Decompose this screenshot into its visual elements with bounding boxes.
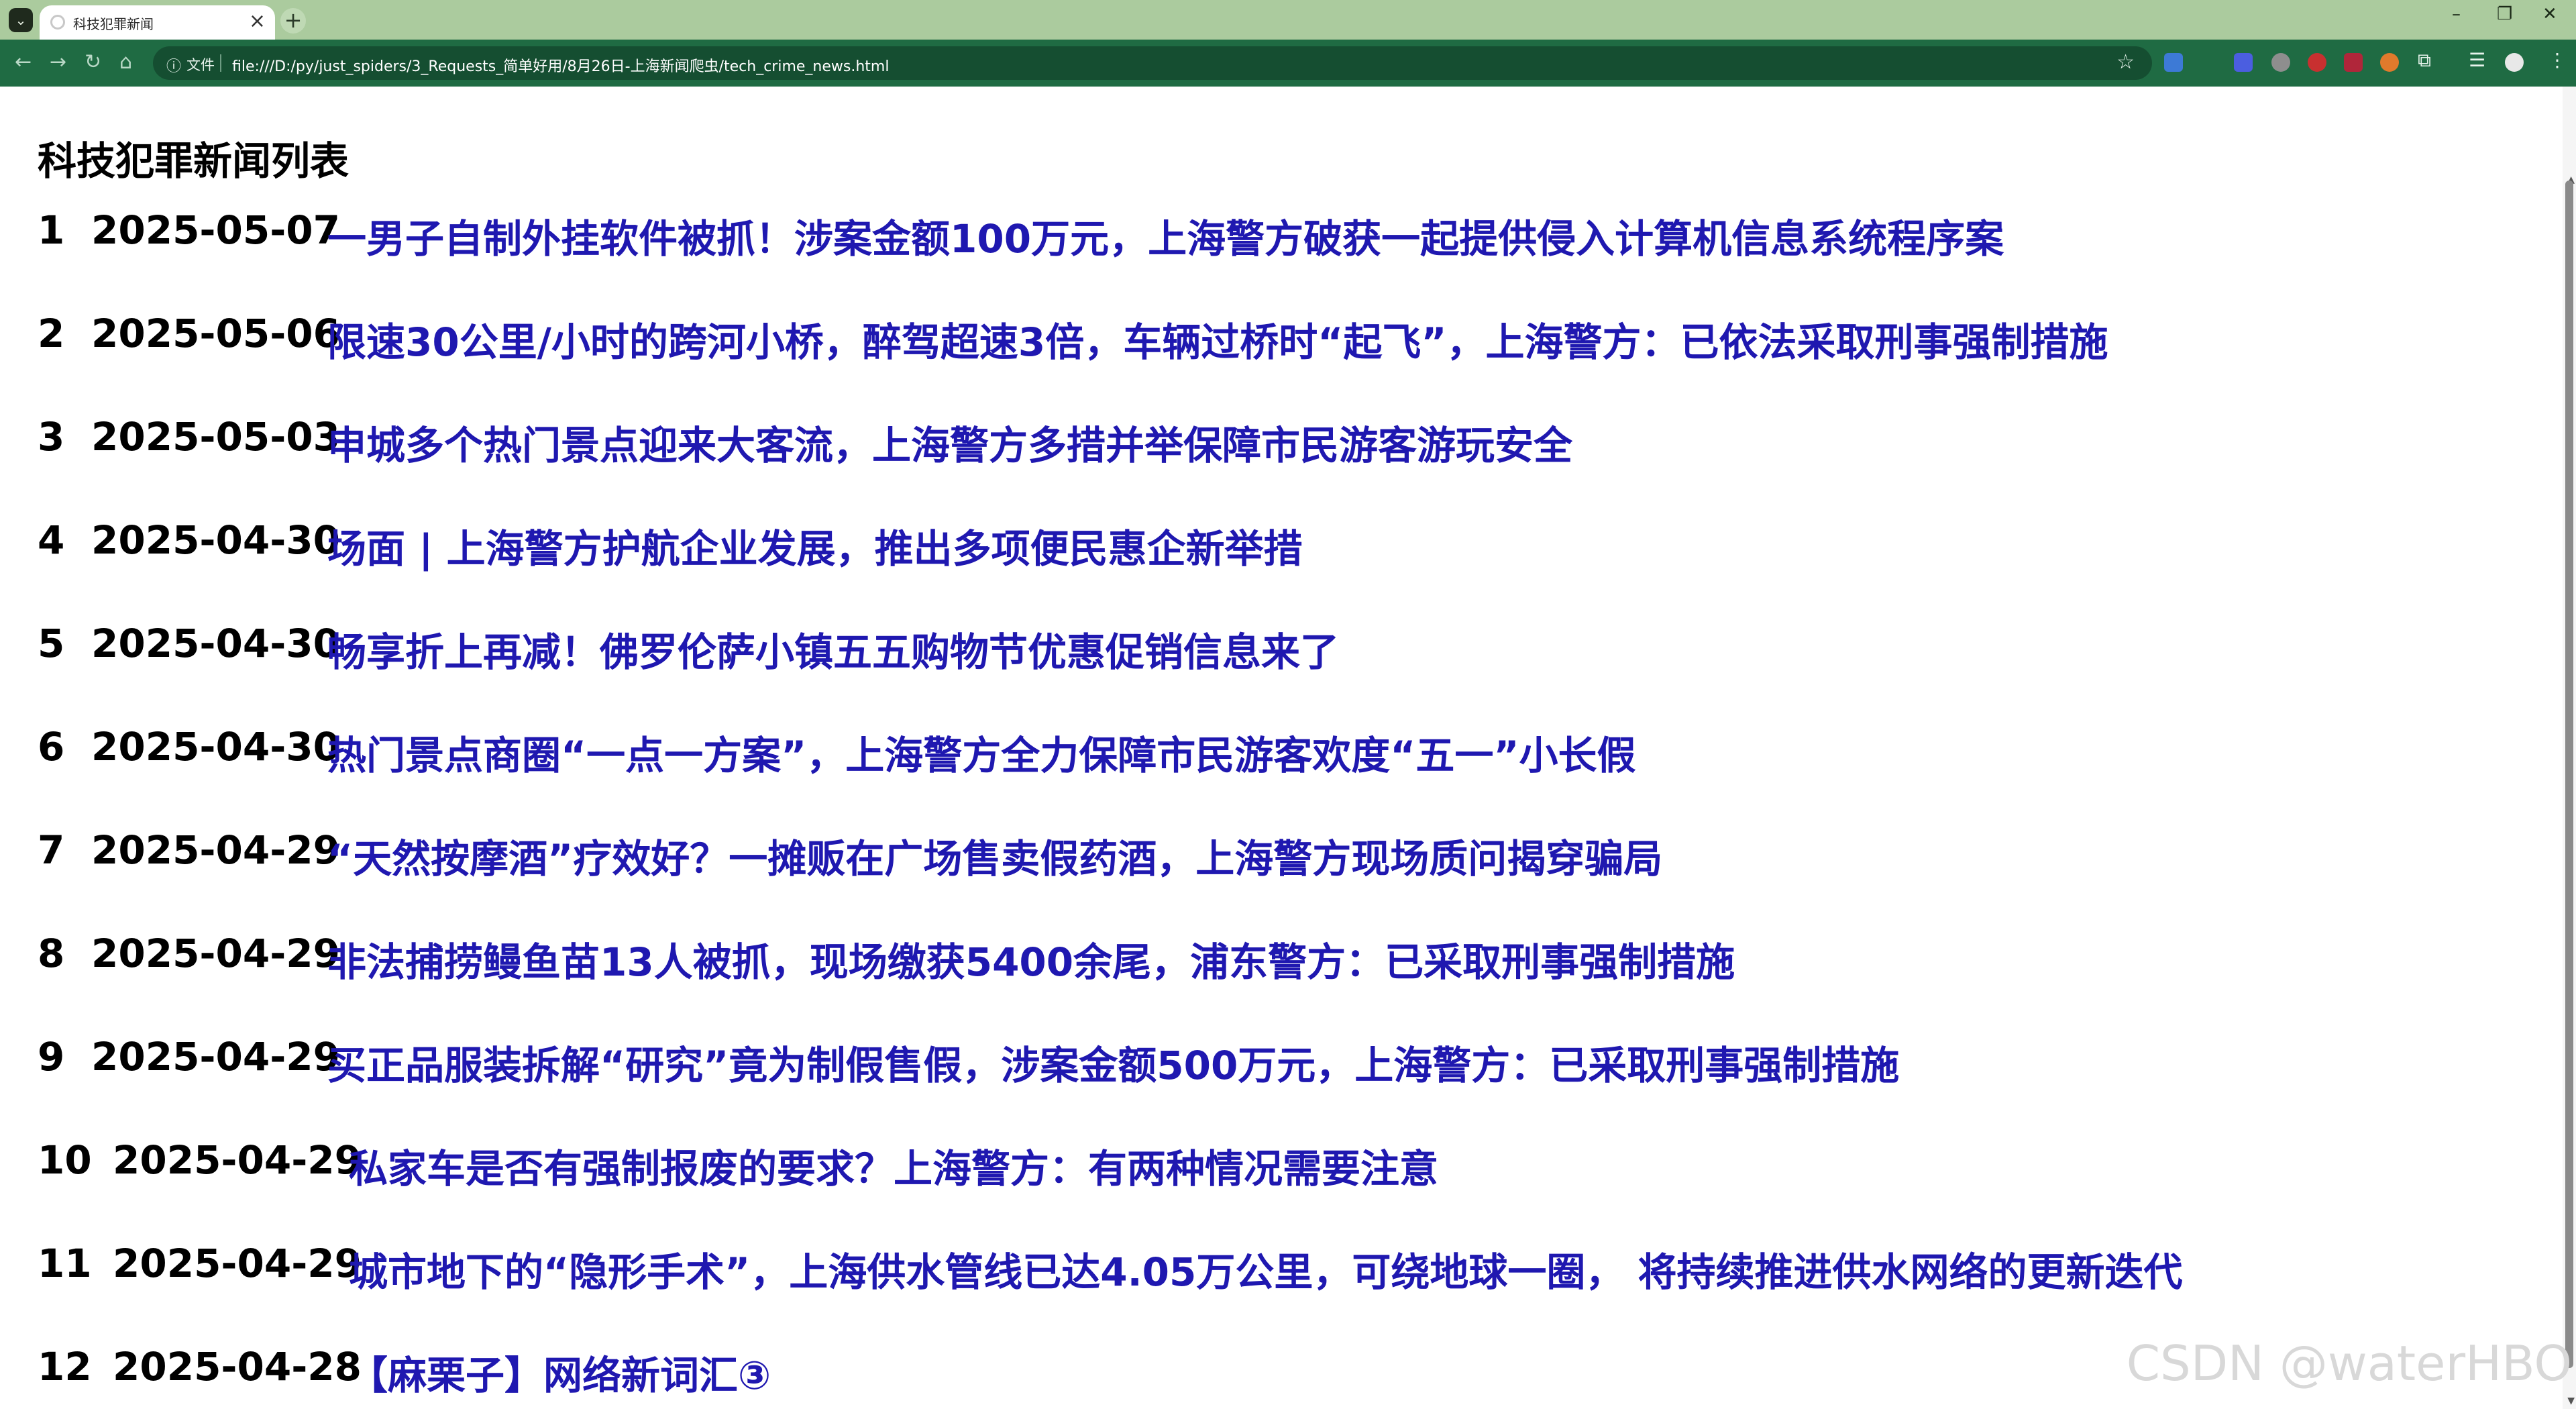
url-text[interactable]: file:///D:/py/just_spiders/3_Requests_简单…: [232, 54, 889, 76]
tab-close-button[interactable]: ×: [249, 9, 266, 33]
news-title-link[interactable]: 畅享折上再减！佛罗伦萨小镇五五购物节优惠促销信息来了: [327, 621, 1339, 677]
news-date: 2025-04-29: [91, 931, 340, 976]
bookmark-star-icon[interactable]: ☆: [2116, 50, 2135, 74]
extension-icon[interactable]: [2308, 53, 2326, 72]
scroll-down-icon[interactable]: ▼: [2567, 1396, 2575, 1406]
extension-icon[interactable]: [2344, 53, 2363, 72]
news-index: 5: [38, 621, 65, 666]
back-icon[interactable]: ←: [15, 50, 32, 74]
tab-active[interactable]: 科技犯罪新闻 ×: [40, 5, 275, 40]
news-date: 2025-04-28: [113, 1344, 362, 1390]
news-date: 2025-04-29: [91, 1034, 340, 1080]
news-index: 10: [38, 1137, 92, 1183]
scroll-thumb[interactable]: [2565, 180, 2573, 1368]
extension-icon[interactable]: [2234, 53, 2253, 72]
news-date: 2025-04-30: [91, 517, 340, 563]
news-date: 2025-04-29: [113, 1241, 362, 1286]
news-index: 12: [38, 1344, 92, 1390]
extension-icon[interactable]: [2271, 53, 2290, 72]
new-tab-button[interactable]: +: [280, 8, 306, 34]
news-title-link[interactable]: 热门景点商圈“一点一方案”，上海警方全力保障市民游客欢度“五一”小长假: [327, 724, 1635, 780]
file-label: 文件: [186, 57, 215, 73]
reading-list-icon[interactable]: ☰: [2469, 49, 2485, 71]
news-index: 8: [38, 931, 65, 976]
news-index: 7: [38, 827, 65, 873]
news-date: 2025-04-29: [113, 1137, 362, 1183]
news-index: 2: [38, 311, 65, 356]
reload-icon[interactable]: ↻: [85, 50, 101, 74]
news-title-link[interactable]: 买正品服装拆解“研究”竟为制假售假，涉案金额500万元，上海警方：已采取刑事强制…: [327, 1034, 1899, 1090]
scrollbar[interactable]: ▲ ▼: [2563, 87, 2576, 1409]
news-date: 2025-05-03: [91, 414, 340, 460]
news-index: 11: [38, 1241, 92, 1286]
avatar[interactable]: [2505, 53, 2524, 72]
news-title-link[interactable]: 一男子自制外挂软件被抓！涉案金额100万元，上海警方破获一起提供侵入计算机信息系…: [327, 207, 2004, 264]
address-bar[interactable]: ⓘ 文件 file:///D:/py/just_spiders/3_Reques…: [153, 46, 2152, 80]
news-index: 6: [38, 724, 65, 770]
home-icon[interactable]: ⌂: [119, 50, 132, 74]
restore-icon[interactable]: ❐: [2497, 4, 2512, 24]
extension-icon[interactable]: [2380, 53, 2399, 72]
news-date: 2025-04-29: [91, 827, 340, 873]
tab-title: 科技犯罪新闻: [73, 16, 154, 32]
news-index: 4: [38, 517, 65, 563]
browser-toolbar: ← → ↻ ⌂ ⓘ 文件 file:///D:/py/just_spiders/…: [0, 40, 2576, 87]
tab-strip: ⌄ 科技犯罪新闻 × + – ❐ ✕: [0, 0, 2576, 40]
news-title-link[interactable]: “天然按摩酒”疗效好？一摊贩在广场售卖假药酒，上海警方现场质问揭穿骗局: [327, 827, 1662, 884]
news-index: 9: [38, 1034, 65, 1080]
news-title-link[interactable]: 限速30公里/小时的跨河小桥，醉驾超速3倍，车辆过桥时“起飞”，上海警方：已依法…: [327, 311, 2108, 367]
watermark: CSDN @waterHBO: [2126, 1335, 2572, 1392]
news-date: 2025-05-07: [91, 207, 340, 253]
divider: [220, 54, 221, 72]
tab-search-button[interactable]: ⌄: [9, 8, 33, 32]
news-title-link[interactable]: 申城多个热门景点迎来大客流，上海警方多措并举保障市民游客游玩安全: [327, 414, 1572, 470]
news-index: 1: [38, 207, 65, 253]
info-icon[interactable]: ⓘ: [166, 54, 181, 76]
news-title-link[interactable]: 【麻栗子】网络新词汇③: [349, 1344, 771, 1400]
globe-icon: [50, 15, 65, 30]
news-date: 2025-05-06: [91, 311, 340, 356]
news-title-link[interactable]: 非法捕捞鳗鱼苗13人被抓，现场缴获5400余尾，浦东警方：已采取刑事强制措施: [327, 931, 1735, 987]
forward-icon[interactable]: →: [50, 50, 66, 74]
puzzle-icon[interactable]: ⧉: [2418, 49, 2431, 72]
news-date: 2025-04-30: [91, 621, 340, 666]
translate-extension-icon[interactable]: [2164, 53, 2183, 72]
chevron-down-icon: ⌄: [15, 12, 27, 28]
news-index: 3: [38, 414, 65, 460]
news-title-link[interactable]: 场面 | 上海警方护航企业发展，推出多项便民惠企新举措: [327, 517, 1303, 574]
news-date: 2025-04-30: [91, 724, 340, 770]
page-title: 科技犯罪新闻列表: [38, 138, 350, 184]
news-title-link[interactable]: 城市地下的“隐形手术”，上海供水管线已达4.05万公里，可绕地球一圈， 将持续推…: [349, 1241, 2183, 1297]
menu-dots-icon[interactable]: ⋮: [2548, 49, 2567, 71]
news-title-link[interactable]: 私家车是否有强制报废的要求？上海警方：有两种情况需要注意: [349, 1137, 1438, 1194]
page-content: 科技犯罪新闻列表 1 2025-05-07 一男子自制外挂软件被抓！涉案金额100万…: [0, 87, 2563, 1409]
close-window-icon[interactable]: ✕: [2542, 4, 2557, 24]
minimize-icon[interactable]: –: [2452, 4, 2461, 24]
